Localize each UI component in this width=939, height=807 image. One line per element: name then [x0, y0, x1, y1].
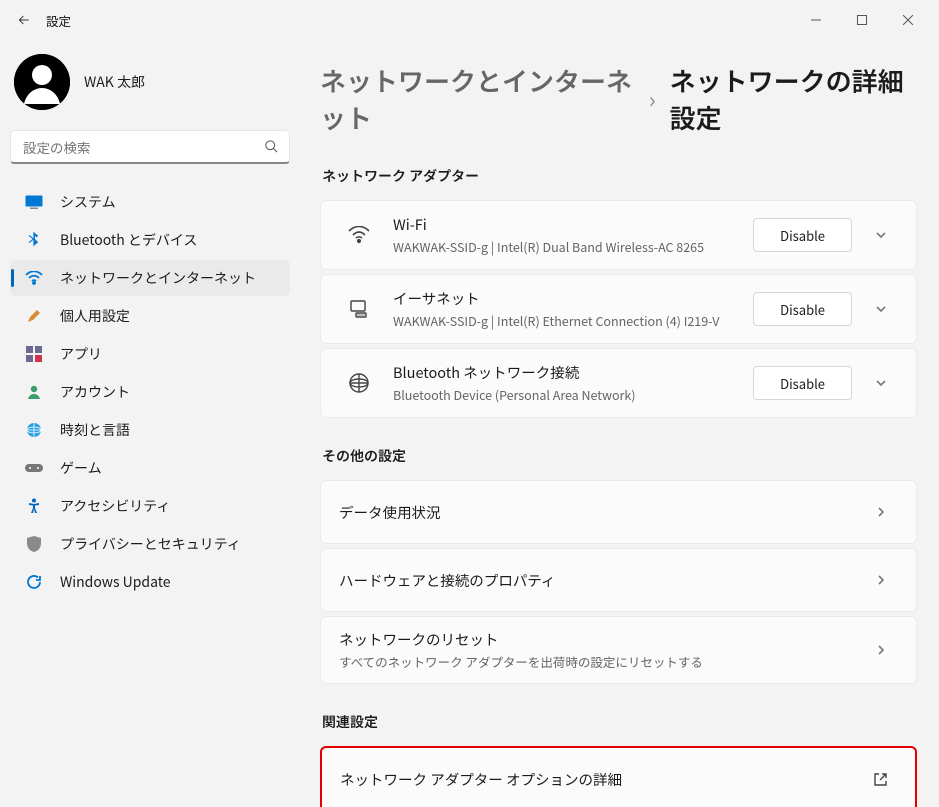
disable-button[interactable]: Disable	[753, 366, 852, 400]
disable-button[interactable]: Disable	[753, 218, 852, 252]
nav-accounts[interactable]: アカウント	[10, 374, 290, 410]
adapter-bluetooth[interactable]: Bluetooth ネットワーク接続 Bluetooth Device (Per…	[320, 348, 917, 418]
brush-icon	[24, 306, 44, 326]
globe-icon	[24, 420, 44, 440]
nav-apps[interactable]: アプリ	[10, 336, 290, 372]
account-icon	[24, 382, 44, 402]
search-icon	[264, 135, 279, 159]
page-title: ネットワークの詳細設定	[670, 62, 917, 136]
nav-label: ゲーム	[60, 458, 102, 478]
ethernet-icon	[339, 300, 379, 318]
row-title: ネットワークのリセット	[339, 629, 852, 650]
breadcrumb: ネットワークとインターネット › ネットワークの詳細設定	[320, 62, 917, 136]
search-box[interactable]	[10, 130, 290, 164]
adapter-title: Bluetooth ネットワーク接続	[393, 362, 753, 383]
titlebar: 設定	[0, 0, 939, 40]
adapter-wifi[interactable]: Wi-Fi WAKWAK-SSID-g | Intel(R) Dual Band…	[320, 200, 917, 270]
back-button[interactable]	[8, 4, 40, 36]
nav-privacy[interactable]: プライバシーとセキュリティ	[10, 526, 290, 562]
profile-name: WAK 太郎	[84, 72, 145, 92]
sidebar: WAK 太郎 システム Bluetooth とデバイス ネットワークとインターネ…	[0, 40, 300, 807]
avatar	[14, 54, 70, 110]
chevron-right-icon	[866, 505, 896, 519]
nav-time-language[interactable]: 時刻と言語	[10, 412, 290, 448]
system-icon	[24, 192, 44, 212]
nav-personalization[interactable]: 個人用設定	[10, 298, 290, 334]
network-reset-row[interactable]: ネットワークのリセット すべてのネットワーク アダプターを出荷時の設定にリセット…	[320, 616, 917, 684]
bluetooth-icon	[24, 230, 44, 250]
main-content: ネットワークとインターネット › ネットワークの詳細設定 ネットワーク アダプタ…	[300, 40, 939, 807]
adapter-ethernet[interactable]: イーサネット WAKWAK-SSID-g | Intel(R) Ethernet…	[320, 274, 917, 344]
nav-label: アカウント	[60, 382, 130, 402]
nav: システム Bluetooth とデバイス ネットワークとインターネット 個人用設…	[10, 184, 290, 600]
nav-label: プライバシーとセキュリティ	[60, 534, 241, 554]
row-title: データ使用状況	[339, 502, 852, 523]
adapter-sub: WAKWAK-SSID-g | Intel(R) Ethernet Connec…	[393, 311, 753, 330]
nav-label: ネットワークとインターネット	[60, 268, 256, 288]
wifi-icon	[24, 268, 44, 288]
breadcrumb-parent[interactable]: ネットワークとインターネット	[320, 62, 635, 136]
maximize-button[interactable]	[839, 4, 885, 36]
row-title: ハードウェアと接続のプロパティ	[339, 570, 852, 591]
chevron-right-icon	[866, 573, 896, 587]
section-other-header: その他の設定	[322, 446, 917, 466]
nav-label: アプリ	[60, 344, 102, 364]
nav-label: システム	[60, 192, 116, 212]
hw-properties-row[interactable]: ハードウェアと接続のプロパティ	[320, 548, 917, 612]
gaming-icon	[24, 458, 44, 478]
disable-button[interactable]: Disable	[753, 292, 852, 326]
nav-network[interactable]: ネットワークとインターネット	[10, 260, 290, 296]
nav-label: 個人用設定	[60, 306, 130, 326]
search-input[interactable]	[23, 137, 255, 157]
profile[interactable]: WAK 太郎	[10, 46, 290, 130]
chevron-right-icon: ›	[649, 83, 656, 115]
adapter-title: Wi-Fi	[393, 214, 753, 235]
nav-accessibility[interactable]: アクセシビリティ	[10, 488, 290, 524]
row-title: ネットワーク アダプター オプションの詳細	[340, 769, 851, 790]
section-adapters-header: ネットワーク アダプター	[322, 166, 917, 186]
window-title: 設定	[46, 11, 71, 30]
nav-windows-update[interactable]: Windows Update	[10, 564, 290, 600]
section-related-header: 関連設定	[322, 712, 917, 732]
nav-bluetooth[interactable]: Bluetooth とデバイス	[10, 222, 290, 258]
close-button[interactable]	[885, 4, 931, 36]
data-usage-row[interactable]: データ使用状況	[320, 480, 917, 544]
adapter-sub: WAKWAK-SSID-g | Intel(R) Dual Band Wirel…	[393, 237, 753, 256]
bluetooth-net-icon	[339, 373, 379, 393]
window-controls	[793, 4, 931, 36]
chevron-down-icon[interactable]	[866, 228, 896, 242]
nav-system[interactable]: システム	[10, 184, 290, 220]
nav-label: アクセシビリティ	[60, 496, 170, 516]
nav-label: Windows Update	[60, 572, 171, 592]
update-icon	[24, 572, 44, 592]
nav-label: Bluetooth とデバイス	[60, 230, 197, 250]
adapter-options-row[interactable]: ネットワーク アダプター オプションの詳細	[320, 746, 917, 807]
chevron-down-icon[interactable]	[866, 376, 896, 390]
row-sub: すべてのネットワーク アダプターを出荷時の設定にリセットする	[339, 652, 852, 671]
accessibility-icon	[24, 496, 44, 516]
external-link-icon	[865, 772, 895, 787]
nav-gaming[interactable]: ゲーム	[10, 450, 290, 486]
wifi-icon	[339, 226, 379, 244]
adapter-sub: Bluetooth Device (Personal Area Network)	[393, 385, 753, 404]
minimize-button[interactable]	[793, 4, 839, 36]
chevron-down-icon[interactable]	[866, 302, 896, 316]
nav-label: 時刻と言語	[60, 420, 130, 440]
apps-icon	[24, 344, 44, 364]
chevron-right-icon	[866, 643, 896, 657]
shield-icon	[24, 534, 44, 554]
adapter-title: イーサネット	[393, 288, 753, 309]
